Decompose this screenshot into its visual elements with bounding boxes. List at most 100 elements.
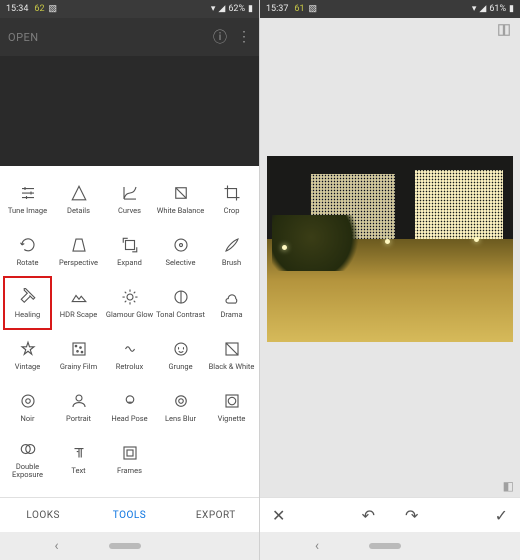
crop-icon [222,183,242,203]
open-button[interactable]: OPEN [8,31,39,44]
tool-label: Text [71,467,85,475]
tool-expand[interactable]: Expand [104,226,155,276]
gallery-icon: ▧ [309,5,318,14]
tool-tonal-contrast[interactable]: Tonal Contrast [155,278,206,328]
tool-curves[interactable]: Curves [104,174,155,224]
tool-label: Crop [224,207,240,215]
battery-pct: 61% [489,4,506,14]
tool-text[interactable]: Text [53,434,104,484]
tool-portrait[interactable]: Portrait [53,382,104,432]
tool-label: Perspective [59,259,98,267]
frames-icon [120,443,140,463]
home-nav-icon[interactable] [109,543,141,549]
editor-header [260,18,520,44]
bottom-tabs: LOOKS TOOLS EXPORT [0,497,259,532]
text-icon [69,443,89,463]
white-balance-icon [171,183,191,203]
tool-head-pose[interactable]: Head Pose [104,382,155,432]
battery-pct: 62% [228,4,245,14]
grainy-film-icon [69,339,89,359]
tool-label: Noir [21,415,35,423]
tool-selective[interactable]: Selective [155,226,206,276]
tool-drama[interactable]: Drama [206,278,257,328]
tool-lens-blur[interactable]: Lens Blur [155,382,206,432]
tool-frames[interactable]: Frames [104,434,155,484]
tab-looks[interactable]: LOOKS [0,498,86,532]
healing-icon [18,287,38,307]
tool-label: Head Pose [111,415,147,423]
bookmark-icon[interactable]: ◧ [503,479,514,493]
app-header: OPEN ⓘ ⋮ [0,18,259,56]
tool-label: Vignette [218,415,246,423]
tool-retrolux[interactable]: Retrolux [104,330,155,380]
tool-hdr-scape[interactable]: HDR Scape [53,278,104,328]
tab-tools[interactable]: TOOLS [86,498,172,532]
status-time: 15:34 [6,4,28,14]
apply-button[interactable]: ✓ [495,506,508,525]
tool-label: Lens Blur [165,415,196,423]
status-bar: 15:34 62 ▧ ▾ ◢ 62% ▮ [0,0,259,18]
tool-crop[interactable]: Crop [206,174,257,224]
tool-noir[interactable]: Noir [2,382,53,432]
tool-label: Curves [118,207,141,215]
grunge-icon [171,339,191,359]
tab-export[interactable]: EXPORT [173,498,259,532]
tool-label: Brush [222,259,241,267]
portrait-icon [69,391,89,411]
status-level: 62 [34,4,44,14]
compare-icon[interactable] [496,22,512,41]
tool-double-exposure[interactable]: Double Exposure [2,434,53,484]
tool-details[interactable]: Details [53,174,104,224]
tool-glamour-glow[interactable]: Glamour Glow [104,278,155,328]
tool-label: Tonal Contrast [156,311,205,319]
back-nav-icon[interactable]: ‹ [315,538,319,554]
tool-healing[interactable]: Healing [2,278,53,328]
status-bar: 15:37 61 ▧ ▾ ◢ 61% ▮ [260,0,520,18]
double-exposure-icon [18,439,38,459]
home-nav-icon[interactable] [369,543,401,549]
back-nav-icon[interactable]: ‹ [54,538,58,554]
tool-label: Rotate [17,259,39,267]
info-icon[interactable]: ⓘ [213,27,227,47]
tool-label: Vintage [15,363,40,371]
tool-perspective[interactable]: Perspective [53,226,104,276]
tool-label: Frames [117,467,142,475]
tool-black-white[interactable]: Black & White [206,330,257,380]
tool-vintage[interactable]: Vintage [2,330,53,380]
tool-tune-image[interactable]: Tune Image [2,174,53,224]
status-time: 15:37 [266,4,288,14]
battery-icon: ▮ [248,5,253,14]
selective-icon [171,235,191,255]
tool-grainy-film[interactable]: Grainy Film [53,330,104,380]
tool-rotate[interactable]: Rotate [2,226,53,276]
tool-label: Black & White [209,363,255,371]
undo-button[interactable]: ↶ [362,506,375,525]
tool-white-balance[interactable]: White Balance [155,174,206,224]
android-nav-bar: ‹ [260,532,520,560]
perspective-icon [69,235,89,255]
signal-icon: ◢ [479,5,486,14]
wifi-icon: ▾ [211,5,216,14]
redo-button[interactable]: ↷ [405,506,418,525]
tool-label: Healing [15,311,40,319]
status-level: 61 [294,4,304,14]
battery-icon: ▮ [509,5,514,14]
tool-brush[interactable]: Brush [206,226,257,276]
tool-grunge[interactable]: Grunge [155,330,206,380]
overflow-icon[interactable]: ⋮ [237,29,251,45]
vintage-icon [18,339,38,359]
photo-canvas[interactable]: ◧ [260,44,520,497]
tool-label: Grainy Film [60,363,97,371]
rotate-icon [18,235,38,255]
signal-icon: ◢ [218,5,225,14]
tool-vignette[interactable]: Vignette [206,382,257,432]
brush-icon [222,235,242,255]
noir-icon [18,391,38,411]
android-nav-bar: ‹ [0,532,259,560]
photo-image [267,156,513,342]
close-button[interactable]: ✕ [272,506,285,525]
retrolux-icon [120,339,140,359]
editor-actions: ✕ ↶ ↷ ✓ [260,497,520,532]
tool-label: Drama [220,311,242,319]
tune-image-icon [18,183,38,203]
